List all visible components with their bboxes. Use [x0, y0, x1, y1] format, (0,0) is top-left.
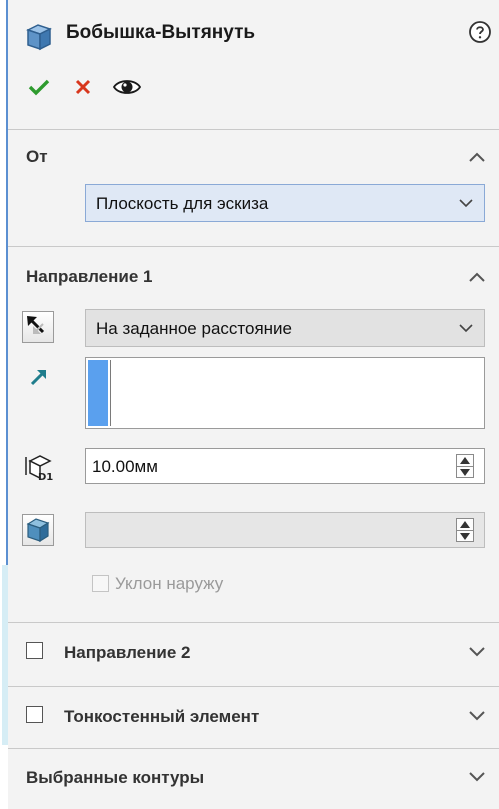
reverse-direction-button[interactable] [22, 311, 54, 343]
chevron-down-icon[interactable] [467, 708, 487, 722]
section-title-direction2: Направление 2 [64, 643, 191, 662]
section-title-from: От [26, 147, 48, 166]
divider [8, 129, 499, 130]
start-condition-select[interactable]: Плоскость для эскиза [85, 184, 485, 222]
left-rail [0, 0, 8, 809]
svg-text:D1: D1 [38, 472, 53, 483]
listbox-separator [110, 360, 111, 426]
chevron-down-icon [459, 324, 473, 333]
depth-value: 10.00мм [92, 457, 158, 476]
depth-input[interactable]: 10.00мм [85, 448, 485, 484]
cancel-button[interactable] [68, 72, 98, 102]
ok-button[interactable] [24, 72, 54, 102]
spin-down-icon [460, 469, 470, 476]
draft-outward-checkbox[interactable] [92, 575, 109, 592]
depth-icon: D1 [25, 455, 53, 483]
chevron-up-icon[interactable] [467, 270, 487, 284]
divider [8, 246, 499, 247]
panel-title: Бобышка-Вытянуть [66, 22, 256, 43]
section-title-thin-feature: Тонкостенный элемент [64, 707, 260, 726]
depth-spinner[interactable] [456, 454, 474, 478]
section-title-selected-contours: Выбранные контуры [26, 768, 205, 787]
action-bar [24, 72, 224, 104]
checkmark-icon [28, 79, 50, 96]
draft-button[interactable] [22, 514, 54, 546]
divider [8, 686, 499, 687]
close-icon [75, 79, 91, 95]
draft-angle-spinner[interactable] [456, 518, 474, 542]
preview-button[interactable] [112, 72, 142, 102]
chevron-down-icon [459, 199, 473, 208]
draft-angle-input[interactable] [85, 512, 485, 548]
end-condition-value: На заданное расстояние [96, 319, 292, 338]
start-condition-value: Плоскость для эскиза [96, 194, 269, 213]
spin-up-icon [460, 457, 470, 464]
draft-outward-label: Уклон наружу [115, 574, 224, 593]
chevron-down-icon[interactable] [467, 644, 487, 658]
selection-highlight [88, 360, 108, 426]
property-manager-panel: Бобышка-Вытянуть От Плоскость для эскиза… [8, 0, 499, 809]
spin-down-icon [460, 533, 470, 540]
end-condition-select[interactable]: На заданное расстояние [85, 309, 485, 347]
eye-icon [113, 80, 141, 94]
extrude-boss-icon [26, 24, 52, 51]
section-title-direction1: Направление 1 [26, 267, 153, 286]
reverse-direction-icon [27, 316, 45, 334]
direction-arrow-icon [30, 370, 46, 386]
chevron-down-icon[interactable] [467, 769, 487, 783]
direction2-checkbox[interactable] [26, 642, 43, 659]
help-icon[interactable] [468, 20, 492, 44]
chevron-up-icon[interactable] [467, 150, 487, 164]
thin-feature-checkbox[interactable] [26, 706, 43, 723]
divider [8, 748, 499, 749]
panel-header: Бобышка-Вытянуть [22, 18, 492, 54]
spin-up-icon [460, 521, 470, 528]
direction-vector-listbox[interactable] [85, 357, 485, 429]
draft-icon [26, 518, 50, 543]
divider [8, 622, 499, 623]
